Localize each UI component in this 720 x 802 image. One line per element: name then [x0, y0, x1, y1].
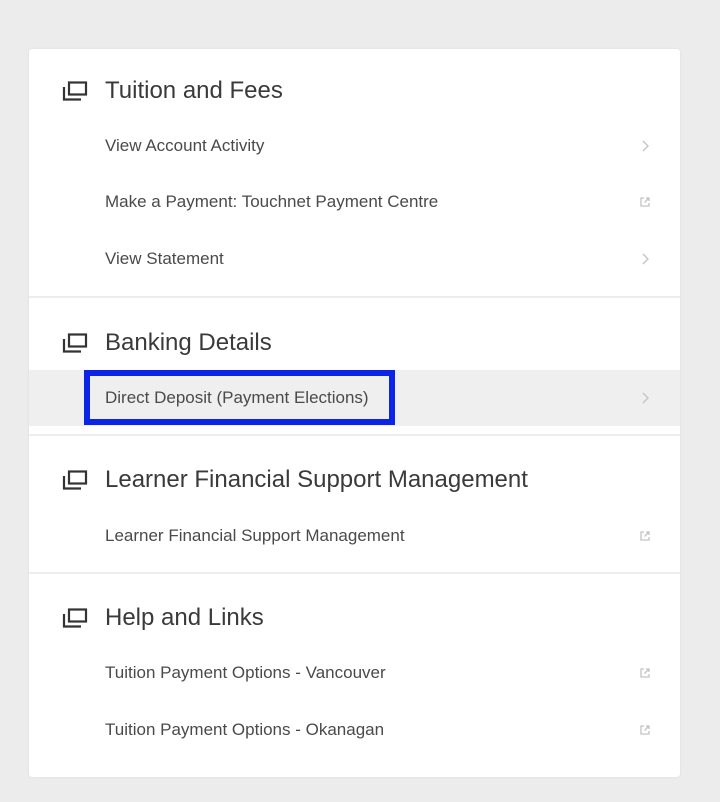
list-item-tuition-payment-options-okanagan[interactable]: Tuition Payment Options - Okanagan [29, 702, 680, 758]
section-title: Learner Financial Support Management [105, 466, 528, 493]
section-header-tuition-and-fees: Tuition and Fees [29, 71, 680, 111]
window-stack-icon [62, 333, 88, 353]
list-item-learner-financial-support-management[interactable]: Learner Financial Support Management [29, 508, 680, 564]
chevron-right-icon [642, 392, 649, 404]
item-label: Make a Payment: Touchnet Payment Centre [105, 192, 439, 211]
window-stack-icon [62, 608, 88, 628]
list-item-view-account-activity[interactable]: View Account Activity [29, 118, 680, 174]
item-label: Tuition Payment Options - Vancouver [105, 663, 386, 682]
window-stack-icon [62, 81, 88, 101]
item-label: View Statement [105, 249, 224, 268]
external-link-icon [640, 531, 650, 541]
item-label: Tuition Payment Options - Okanagan [105, 720, 385, 739]
window-stack-icon [62, 470, 88, 490]
section-divider [29, 296, 680, 298]
list-item-make-a-payment[interactable]: Make a Payment: Touchnet Payment Centre [29, 174, 680, 230]
section-divider [29, 572, 680, 574]
item-label: View Account Activity [105, 136, 265, 155]
external-link-icon [640, 197, 650, 207]
list-item-tuition-payment-options-vancouver[interactable]: Tuition Payment Options - Vancouver [29, 645, 680, 701]
highlight-annotation-box [84, 370, 395, 425]
section-title: Banking Details [105, 329, 272, 356]
external-link-icon [640, 668, 650, 678]
section-header-banking-details: Banking Details [29, 323, 680, 363]
item-label: Learner Financial Support Management [105, 526, 405, 545]
chevron-right-icon [642, 140, 649, 152]
list-item-view-statement[interactable]: View Statement [29, 231, 680, 287]
section-title: Help and Links [105, 604, 264, 631]
section-header-learner-financial-support: Learner Financial Support Management [29, 460, 680, 500]
finances-card: Tuition and Fees View Account Activity M… [29, 49, 680, 777]
chevron-right-icon [642, 253, 649, 265]
section-title: Tuition and Fees [105, 77, 283, 104]
section-header-help-and-links: Help and Links [29, 598, 680, 638]
section-divider [29, 434, 680, 436]
external-link-icon [640, 725, 650, 735]
